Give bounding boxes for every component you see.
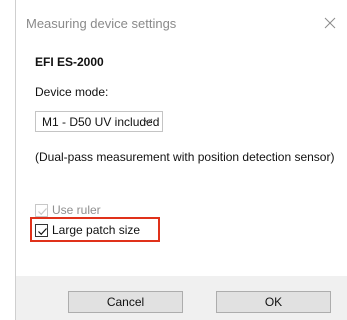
- ok-button[interactable]: OK: [216, 291, 331, 313]
- device-mode-description: (Dual-pass measurement with position det…: [35, 150, 335, 164]
- title-bar: Measuring device settings: [16, 0, 347, 46]
- checkmark-icon: [38, 207, 47, 215]
- device-mode-dropdown[interactable]: M1 - D50 UV included: [35, 111, 163, 132]
- use-ruler-option: Use ruler: [35, 202, 101, 218]
- chevron-down-icon: [143, 118, 153, 124]
- device-mode-selected-value: M1 - D50 UV included: [42, 115, 160, 129]
- highlight-annotation: [30, 217, 160, 242]
- device-name: EFI ES-2000: [35, 55, 104, 69]
- measuring-device-settings-dialog: Measuring device settings EFI ES-2000 De…: [15, 0, 347, 320]
- use-ruler-checkbox[interactable]: [35, 203, 48, 217]
- dialog-footer: Cancel OK: [16, 276, 347, 320]
- close-icon: [324, 17, 336, 29]
- cancel-button[interactable]: Cancel: [68, 291, 183, 313]
- device-mode-label: Device mode:: [35, 85, 109, 99]
- use-ruler-label: Use ruler: [52, 203, 101, 217]
- close-button[interactable]: [316, 10, 344, 36]
- dialog-title: Measuring device settings: [26, 16, 177, 31]
